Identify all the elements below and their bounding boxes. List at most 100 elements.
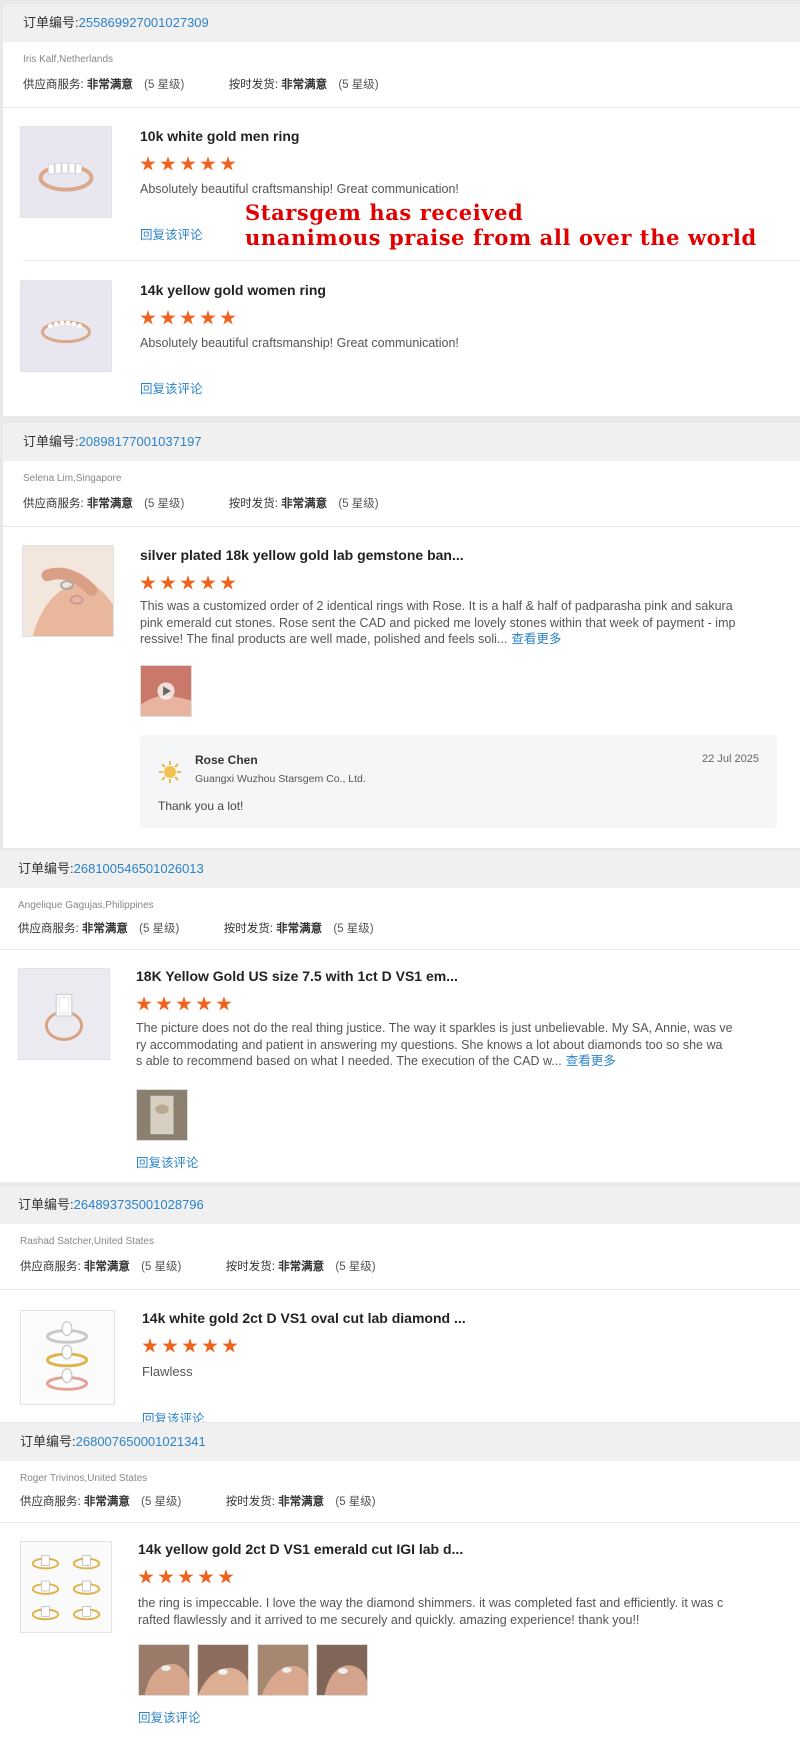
product-title[interactable]: 14k white gold 2ct D VS1 oval cut lab di…: [142, 1310, 466, 1326]
star-icon: [162, 1338, 178, 1353]
promo-line-2: unanimous praise from all over the world: [245, 225, 757, 250]
rating-stars: [140, 156, 240, 174]
star-icon: [160, 310, 176, 325]
product-title[interactable]: silver plated 18k yellow gold lab gemsto…: [140, 547, 464, 563]
star-icon: [140, 575, 156, 590]
supplier-service-label: 供应商服务:: [20, 1496, 81, 1508]
review-comment: Absolutely beautiful craftsmanship! Grea…: [140, 182, 459, 196]
see-more-link[interactable]: 查看更多: [566, 1054, 616, 1068]
order-card: 订单编号:264893735001028796 Rashad Satcher,U…: [0, 1186, 800, 1422]
supplier-ratings: 供应商服务: 非常满意 (5 星级) 按时发货: 非常满意 (5 星级): [20, 1258, 376, 1274]
delivery-label: 按时发货:: [225, 1496, 275, 1508]
review-comment: the ring is impeccable. I love the way t…: [138, 1595, 758, 1628]
review-comment: Absolutely beautiful craftsmanship! Grea…: [140, 336, 459, 350]
product-title[interactable]: 14k yellow gold 2ct D VS1 emerald cut IG…: [138, 1541, 463, 1557]
product-thumbnail[interactable]: [20, 1541, 112, 1633]
product-title[interactable]: 14k yellow gold women ring: [140, 282, 326, 298]
delivery-label: 按时发货:: [228, 79, 278, 91]
order-number-link[interactable]: 264893735001028796: [74, 1197, 204, 1212]
star-icon: [136, 996, 152, 1011]
reply-review-link[interactable]: 回复该评论: [138, 1707, 201, 1726]
rating-stars: [140, 575, 240, 593]
star-icon: [178, 1569, 194, 1584]
seller-reply-box: Rose Chen Guangxi Wuzhou Starsgem Co., L…: [140, 735, 777, 828]
seller-name: Rose Chen: [195, 753, 258, 767]
review-photo-thumbnail[interactable]: [136, 1089, 188, 1141]
supplier-service-level: (5 星级): [144, 498, 185, 510]
buyer-name: Angelique Gagujas,Philippines: [18, 900, 154, 911]
delivery-label: 按时发货:: [228, 498, 278, 510]
product-title[interactable]: 10k white gold men ring: [140, 128, 299, 144]
star-icon: [160, 156, 176, 171]
see-more-link[interactable]: 查看更多: [511, 632, 561, 646]
supplier-ratings: 供应商服务: 非常满意 (5 星级) 按时发货: 非常满意 (5 星级): [18, 920, 374, 936]
star-icon: [180, 575, 196, 590]
order-number-label: 订单编号:: [20, 1434, 76, 1449]
star-icon: [200, 156, 216, 171]
order-number-link[interactable]: 255869927001027309: [79, 15, 209, 30]
supplier-service-value: 非常满意: [86, 79, 133, 91]
star-icon: [182, 1338, 198, 1353]
order-header: 订单编号:268100546501026013: [0, 850, 800, 888]
star-icon: [176, 996, 192, 1011]
product-thumbnail[interactable]: [20, 1310, 115, 1405]
order-number-link[interactable]: 268100546501026013: [74, 861, 204, 876]
star-icon: [158, 1569, 174, 1584]
star-icon: [142, 1338, 158, 1353]
product-title[interactable]: 18K Yellow Gold US size 7.5 with 1ct D V…: [136, 968, 458, 984]
product-thumbnail[interactable]: [22, 545, 114, 637]
delivery-value: 非常满意: [281, 79, 328, 91]
order-number-label: 订单编号:: [18, 861, 74, 876]
reply-review-link[interactable]: 回复该评论: [140, 378, 203, 397]
promo-line-1: Starsgem has received: [245, 200, 524, 225]
review-photo-thumbnail[interactable]: [316, 1644, 368, 1696]
rating-stars: [140, 310, 240, 328]
review-photo-thumbnail[interactable]: [257, 1644, 309, 1696]
product-thumbnail[interactable]: [20, 126, 112, 218]
delivery-level: (5 星级): [338, 498, 379, 510]
supplier-service-level: (5 星级): [144, 79, 185, 91]
supplier-service-label: 供应商服务:: [20, 1261, 81, 1273]
star-icon: [202, 1338, 218, 1353]
reply-review-link[interactable]: 回复该评论: [136, 1152, 199, 1171]
star-icon: [140, 310, 156, 325]
review-comment-line: The picture does not do the real thing j…: [136, 1021, 733, 1035]
buyer-name: Selena Lim,Singapore: [23, 473, 122, 484]
order-card: 订单编号:268007650001021341 Roger Trivinos,U…: [0, 1423, 800, 1737]
rating-stars: [138, 1569, 238, 1587]
rating-stars: [142, 1338, 242, 1356]
review-photo-thumbnail[interactable]: [138, 1644, 190, 1696]
buyer-name: Iris Kalf,Netherlands: [23, 54, 114, 65]
buyer-name: Roger Trivinos,United States: [20, 1473, 148, 1484]
order-number-label: 订单编号:: [23, 434, 79, 449]
rating-stars: [136, 996, 236, 1014]
review-comment-line: pink emerald cut stones. Rose sent the C…: [140, 615, 736, 630]
review-photo-thumbnail[interactable]: [197, 1644, 249, 1696]
delivery-level: (5 星级): [338, 79, 379, 91]
reply-review-link[interactable]: 回复该评论: [140, 224, 203, 243]
supplier-service-value: 非常满意: [83, 1261, 130, 1273]
review-video-thumbnail[interactable]: [140, 665, 192, 717]
supplier-ratings: 供应商服务: 非常满意 (5 星级) 按时发货: 非常满意 (5 星级): [20, 1493, 376, 1509]
star-icon: [160, 575, 176, 590]
delivery-level: (5 星级): [333, 923, 374, 935]
order-number-link[interactable]: 208981770010371​97: [79, 434, 202, 449]
review-comment-line: ry accommodating and patient in answerin…: [136, 1037, 723, 1052]
order-header: 订单编号:268007650001021341: [0, 1423, 800, 1461]
order-card: 订单编号:208981770010371​97 Selena Lim,Singa…: [3, 423, 800, 848]
supplier-service-value: 非常满意: [81, 923, 128, 935]
review-comment-line: the ring is impeccable. I love the way t…: [138, 1596, 724, 1610]
order-number-link[interactable]: 268007650001021341: [76, 1434, 206, 1449]
product-thumbnail[interactable]: [20, 280, 112, 372]
review-comment: The picture does not do the real thing j…: [136, 1020, 756, 1070]
supplier-service-level: (5 星级): [141, 1261, 182, 1273]
delivery-value: 非常满意: [276, 923, 323, 935]
promo-overlay-text: Starsgem has received unanimous praise f…: [245, 200, 757, 250]
delivery-value: 非常满意: [278, 1261, 325, 1273]
delivery-value: 非常满意: [281, 498, 328, 510]
supplier-ratings: 供应商服务: 非常满意 (5 星级) 按时发货: 非常满意 (5 星级): [23, 76, 379, 92]
review-comment-line: s able to recommend based on what I need…: [136, 1054, 616, 1068]
reply-review-link[interactable]: 回复该评论: [142, 1408, 205, 1422]
product-thumbnail[interactable]: [18, 968, 110, 1060]
star-icon: [198, 1569, 214, 1584]
